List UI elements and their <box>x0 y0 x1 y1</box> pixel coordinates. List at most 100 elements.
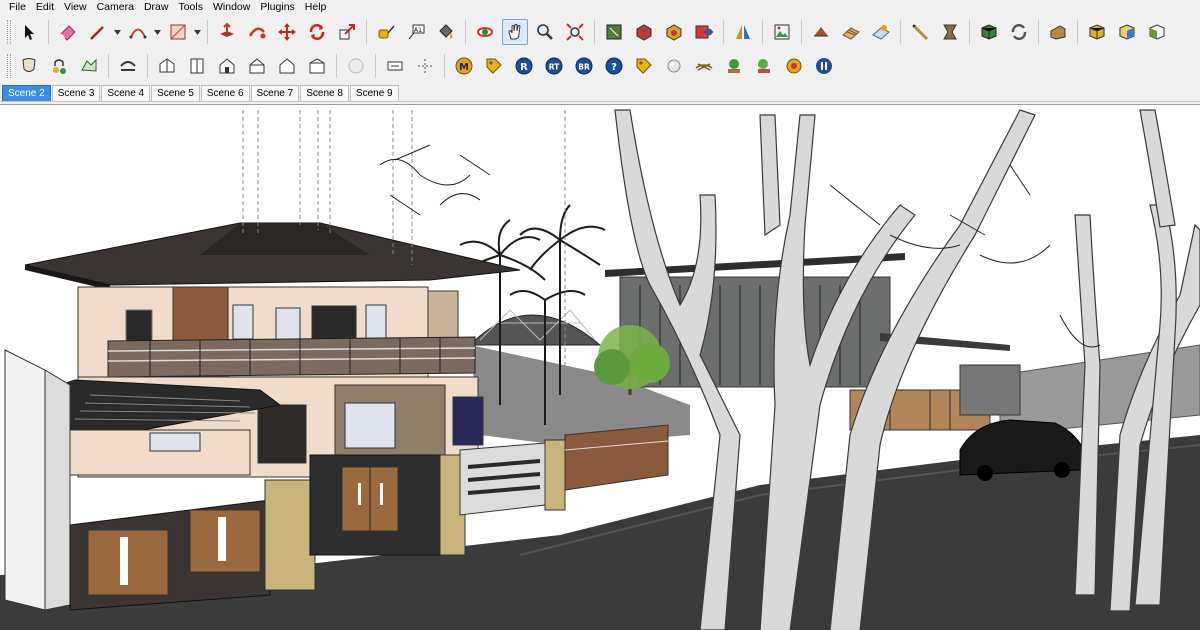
solid-trim-button[interactable] <box>1144 19 1170 45</box>
menu-plugins[interactable]: Plugins <box>255 0 299 14</box>
soften-edges-icon <box>120 61 136 71</box>
plugin-tag-button[interactable] <box>481 53 507 79</box>
rotate-tool-button[interactable] <box>304 19 330 45</box>
plugin-tree2-button[interactable] <box>751 53 777 79</box>
refresh-button[interactable] <box>1006 19 1032 45</box>
zoom-extents-button[interactable] <box>562 19 588 45</box>
sandbox-scratch-button[interactable] <box>838 19 864 45</box>
scene-tab-7[interactable]: Scene 7 <box>250 85 300 101</box>
menu-view[interactable]: View <box>59 0 92 14</box>
plugin-tree-button[interactable] <box>721 53 747 79</box>
view-right-button[interactable] <box>244 53 270 79</box>
rectangle-dropdown[interactable] <box>193 19 201 45</box>
rectangle-tool-button[interactable] <box>165 19 191 45</box>
outliner-button[interactable] <box>76 53 102 79</box>
toolbar-grip[interactable] <box>7 54 11 78</box>
plugin-tag2-button[interactable] <box>631 53 657 79</box>
plugin-sphere-button[interactable] <box>661 53 687 79</box>
get-models-button[interactable] <box>631 19 657 45</box>
menu-camera[interactable]: Camera <box>92 0 139 14</box>
zoom-button[interactable] <box>532 19 558 45</box>
lock-button[interactable] <box>46 53 72 79</box>
dimension-button[interactable] <box>382 53 408 79</box>
menu-tools[interactable]: Tools <box>173 0 208 14</box>
sandbox-from-contours-button[interactable] <box>808 19 834 45</box>
pan-button[interactable] <box>502 19 528 45</box>
view-top-button[interactable] <box>184 53 210 79</box>
plugin-m-button[interactable]: M <box>451 53 477 79</box>
smoove-button[interactable] <box>868 19 894 45</box>
paint-bucket-icon <box>439 24 453 39</box>
push-pull-button[interactable] <box>214 19 240 45</box>
move-tool-button[interactable] <box>274 19 300 45</box>
magnifier-icon <box>537 24 553 40</box>
soften-edges-button[interactable] <box>115 53 141 79</box>
menu-window[interactable]: Window <box>208 0 255 14</box>
toolbar-grip[interactable] <box>7 20 11 44</box>
components-button[interactable] <box>976 19 1002 45</box>
share-model-button[interactable] <box>661 19 687 45</box>
plugin-r-button[interactable]: R <box>511 53 537 79</box>
scene-tab-2[interactable]: Scene 2 <box>2 85 51 101</box>
outer-shell-button[interactable] <box>1045 19 1071 45</box>
plugin-target-button[interactable] <box>781 53 807 79</box>
orbit-button[interactable] <box>472 19 498 45</box>
badge-rt: RT <box>549 63 560 72</box>
section-plane-button[interactable] <box>730 19 756 45</box>
scene-tab-4[interactable]: Scene 4 <box>101 85 151 101</box>
scale-tool-button[interactable] <box>334 19 360 45</box>
scene-tab-8[interactable]: Scene 8 <box>300 85 349 101</box>
badge-br: BR <box>578 63 590 72</box>
warehouse-button[interactable] <box>601 19 627 45</box>
share-component-button[interactable] <box>691 19 717 45</box>
plugin-m-icon: M <box>455 57 473 75</box>
solid-union-button[interactable] <box>1084 19 1110 45</box>
tape-measure-button[interactable] <box>373 19 399 45</box>
menu-help[interactable]: Help <box>300 0 332 14</box>
target-icon <box>786 58 802 74</box>
select-tool-button[interactable] <box>16 19 42 45</box>
stamp-button[interactable] <box>907 19 933 45</box>
drape-button[interactable] <box>937 19 963 45</box>
view-iso-button[interactable] <box>154 53 180 79</box>
menu-draw[interactable]: Draw <box>139 0 174 14</box>
scene-tab-9[interactable]: Scene 9 <box>349 85 399 101</box>
tag-icon <box>636 58 652 74</box>
plugin-rt-button[interactable]: RT <box>541 53 567 79</box>
scene-tab-3[interactable]: Scene 3 <box>51 85 101 101</box>
view-left-button[interactable] <box>304 53 330 79</box>
plugin-plant-button[interactable] <box>691 53 717 79</box>
disabled-circle-icon <box>348 58 364 74</box>
dimension-icon <box>387 61 403 71</box>
xray-button[interactable] <box>16 53 42 79</box>
house-back-icon <box>279 58 295 74</box>
text-tool-button[interactable]: A1 <box>403 19 429 45</box>
shield-icon <box>22 58 36 72</box>
view-front-button[interactable] <box>214 53 240 79</box>
eraser-tool-button[interactable] <box>55 19 81 45</box>
plugin-br-button[interactable]: BR <box>571 53 597 79</box>
plugin-help-button[interactable]: ? <box>601 53 627 79</box>
stamp-icon <box>911 23 929 41</box>
arc-tool-button[interactable] <box>125 19 151 45</box>
model-viewport[interactable] <box>0 104 1200 630</box>
follow-me-button[interactable] <box>244 19 270 45</box>
photo-texture-button[interactable] <box>769 19 795 45</box>
guide-point-button[interactable] <box>412 53 438 79</box>
text-label-icon: A1 <box>408 24 425 40</box>
smoove-icon <box>872 25 890 40</box>
arc-dropdown[interactable] <box>153 19 161 45</box>
disabled-tool-button[interactable] <box>343 53 369 79</box>
view-back-button[interactable] <box>274 53 300 79</box>
cube-icon <box>981 24 997 40</box>
menu-file[interactable]: File <box>4 0 31 14</box>
drape-icon <box>943 24 957 40</box>
scene-tab-6[interactable]: Scene 6 <box>200 85 250 101</box>
scene-tab-5[interactable]: Scene 5 <box>151 85 200 101</box>
solid-subtract-button[interactable] <box>1114 19 1140 45</box>
paint-bucket-button[interactable] <box>433 19 459 45</box>
menu-edit[interactable]: Edit <box>31 0 59 14</box>
pencil-tool-button[interactable] <box>85 19 111 45</box>
plugin-pause-button[interactable] <box>811 53 837 79</box>
pencil-dropdown[interactable] <box>113 19 121 45</box>
